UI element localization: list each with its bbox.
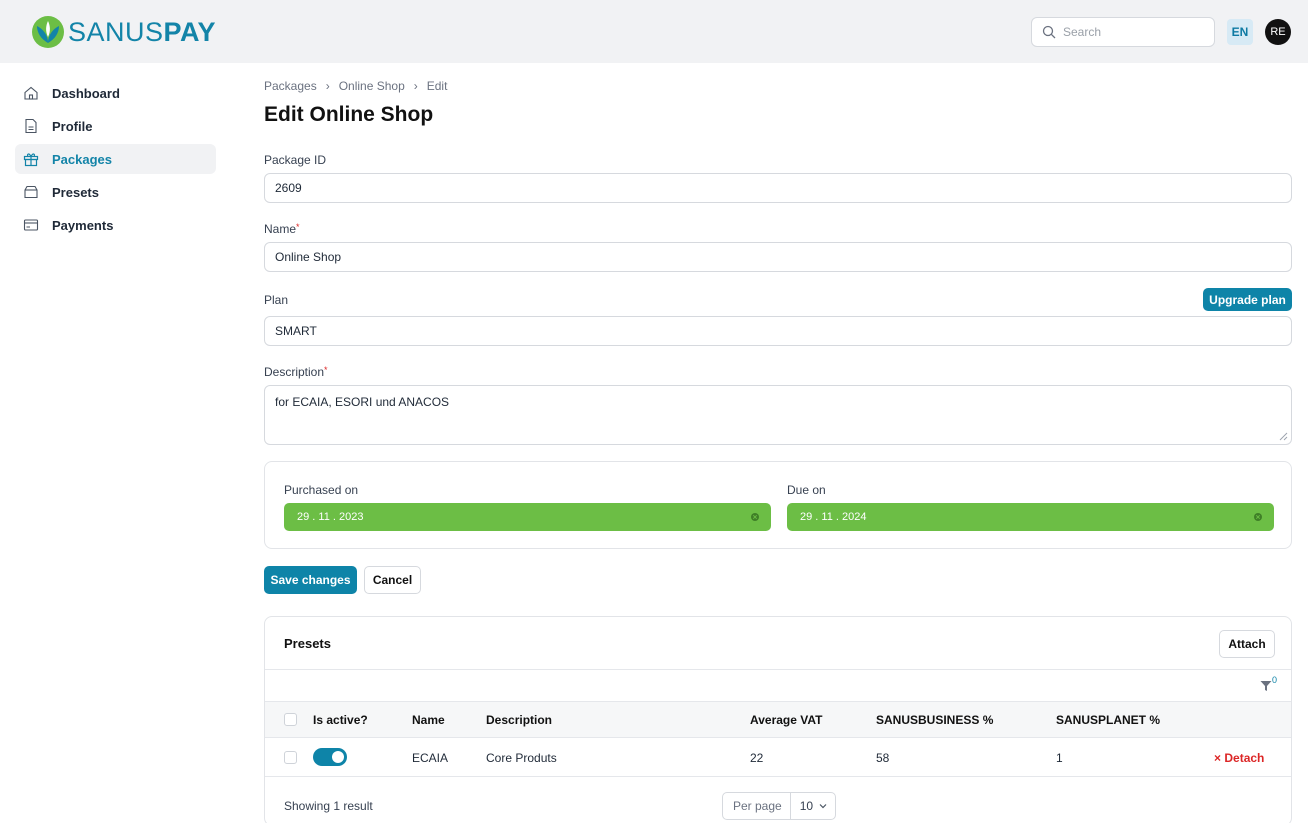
per-page-select[interactable]: Per page 10 (722, 792, 837, 820)
detach-button[interactable]: × Detach (1214, 751, 1264, 765)
breadcrumb-edit: Edit (426, 79, 448, 93)
cell-sanusbusiness: 58 (876, 751, 890, 765)
chevron-right-icon: › (325, 79, 330, 93)
column-header-average-vat[interactable]: Average VAT (750, 713, 822, 727)
breadcrumb-packages[interactable]: Packages (264, 79, 317, 93)
cell-description: Core Produts (486, 751, 557, 765)
purchased-on-label: Purchased on (284, 483, 359, 497)
per-page-label: Per page (723, 793, 791, 819)
table-row: ECAIA Core Produts 22 58 1 × Detach (265, 738, 1291, 776)
chevron-down-icon (819, 804, 827, 809)
clear-icon[interactable] (1252, 511, 1264, 523)
language-switcher[interactable]: EN (1227, 19, 1253, 45)
purchased-on-field[interactable]: 29 . 11 . 2023 (284, 503, 771, 531)
sidebar-item-payments[interactable]: Payments (15, 210, 216, 240)
description-textarea[interactable]: for ECAIA, ESORI und ANACOS (264, 385, 1292, 445)
cell-name: ECAIA (412, 751, 449, 765)
column-header-sanusbusiness[interactable]: SANUSBUSINESS % (876, 713, 993, 727)
sidebar-item-label: Payments (52, 217, 114, 233)
toggle-knob (332, 751, 344, 763)
upgrade-plan-button[interactable]: Upgrade plan (1203, 288, 1292, 311)
dates-card: Purchased on 29 . 11 . 2023 Due on 29 . … (264, 461, 1292, 549)
divider (265, 669, 1291, 670)
document-icon (25, 118, 37, 134)
due-on-field[interactable]: 29 . 11 . 2024 (787, 503, 1274, 531)
plan-field[interactable]: SMART (264, 316, 1292, 346)
gift-icon (23, 153, 39, 167)
due-on-value: 29 . 11 . 2024 (800, 511, 867, 523)
presets-title: Presets (284, 636, 331, 651)
avatar[interactable]: RE (1265, 19, 1291, 45)
attach-button[interactable]: Attach (1219, 630, 1275, 658)
save-changes-button[interactable]: Save changes (264, 566, 357, 594)
sidebar-item-profile[interactable]: Profile (15, 111, 216, 141)
required-marker: * (324, 365, 328, 375)
purchased-on-value: 29 . 11 . 2023 (297, 511, 364, 523)
search-icon (1042, 25, 1056, 39)
is-active-toggle[interactable] (313, 748, 347, 766)
close-icon: × (1214, 751, 1222, 765)
home-icon (24, 86, 38, 100)
sidebar-item-label: Dashboard (52, 85, 120, 101)
filter-count-badge: 0 (1272, 675, 1278, 685)
sidebar-item-label: Profile (52, 118, 93, 134)
sidebar-item-label: Presets (52, 184, 99, 200)
description-label: Description* (264, 365, 328, 379)
clear-icon[interactable] (749, 511, 761, 523)
column-header-description[interactable]: Description (486, 713, 552, 727)
chevron-right-icon: › (413, 79, 418, 93)
page-title: Edit Online Shop (264, 103, 434, 126)
description-value: for ECAIA, ESORI und ANACOS (275, 395, 450, 409)
cancel-button[interactable]: Cancel (364, 566, 421, 594)
brand-name: SANUSPAY (68, 17, 217, 47)
filter-icon (1260, 681, 1272, 691)
cell-sanusplanet: 1 (1056, 751, 1063, 765)
sidebar-item-packages[interactable]: Packages (15, 144, 216, 174)
row-checkbox[interactable] (284, 751, 297, 764)
resize-handle-icon[interactable] (1279, 432, 1288, 441)
breadcrumb: Packages › Online Shop › Edit (264, 78, 1292, 94)
search-box[interactable] (1031, 17, 1215, 47)
plan-label: Plan (264, 293, 289, 307)
due-on-label: Due on (787, 483, 826, 497)
sidebar: Dashboard Profile Packages Presets Payme… (15, 78, 216, 243)
column-header-is-active[interactable]: Is active? (313, 713, 368, 727)
column-header-sanusplanet[interactable]: SANUSPLANET % (1056, 713, 1160, 727)
card-icon (23, 219, 39, 231)
top-bar: SANUSPAY EN RE (0, 0, 1308, 63)
divider (265, 776, 1291, 777)
table-header: Is active? Name Description Average VAT … (265, 701, 1291, 738)
box-icon (24, 185, 38, 199)
name-field[interactable]: Online Shop (264, 242, 1292, 272)
select-all-checkbox[interactable] (284, 713, 297, 726)
results-count: Showing 1 result (284, 799, 373, 813)
package-id-field[interactable]: 2609 (264, 173, 1292, 203)
leaf-logo-icon (32, 16, 64, 48)
cell-average-vat: 22 (750, 751, 764, 765)
presets-card: Presets Attach 0 Is active? Name Descrip… (264, 616, 1292, 823)
required-marker: * (296, 222, 300, 232)
search-input[interactable] (1063, 25, 1203, 39)
sidebar-item-presets[interactable]: Presets (15, 177, 216, 207)
sidebar-item-dashboard[interactable]: Dashboard (15, 78, 216, 108)
name-label: Name* (264, 222, 300, 236)
package-id-label: Package ID (264, 153, 327, 167)
sidebar-item-label: Packages (52, 151, 112, 167)
per-page-value[interactable]: 10 (791, 799, 835, 813)
brand-logo[interactable]: SANUSPAY (31, 15, 216, 49)
main-content: Packages › Online Shop › Edit Edit Onlin… (264, 78, 1292, 823)
breadcrumb-online-shop[interactable]: Online Shop (339, 79, 405, 93)
column-header-name[interactable]: Name (412, 713, 445, 727)
filter-button[interactable]: 0 (1260, 675, 1282, 695)
